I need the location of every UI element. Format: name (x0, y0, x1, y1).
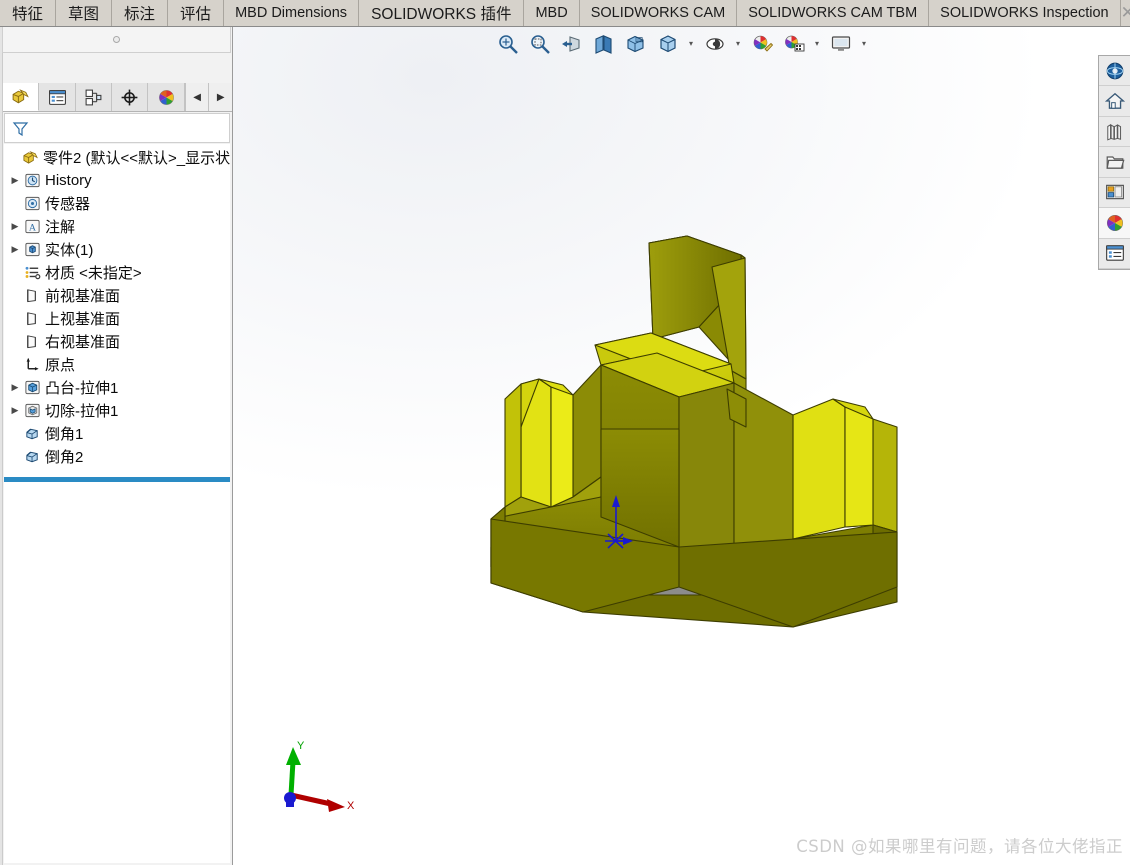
plane-icon (22, 310, 42, 327)
solid-bodies-icon (22, 241, 42, 258)
tree-item-label: 上视基准面 (45, 311, 121, 328)
tree-item-label: 倒角1 (45, 426, 84, 443)
svg-text:A: A (28, 222, 36, 233)
part-model-3d[interactable] (233, 27, 1130, 865)
feature-manager-panel: ◀ ▶ 零件2 (默认<<默认>_显示状态 ▶ History 传感器 ▶ A 注解 ▶ 实体(1… (0, 27, 233, 865)
panel-left-edge (0, 27, 3, 865)
expand-arrow-icon[interactable]: ▶ (8, 405, 22, 416)
plane-icon (22, 333, 42, 350)
tree-item-label: 实体(1) (45, 242, 94, 259)
color-wheel-icon (157, 88, 176, 107)
property-manager-tab[interactable] (39, 83, 76, 111)
filter-funnel-icon (12, 120, 29, 137)
appearances-icon[interactable] (1099, 208, 1130, 239)
tree-item[interactable]: 右视基准面 (4, 330, 230, 353)
tree-item[interactable]: 传感器 (4, 192, 230, 215)
tree-tabs-prev-button[interactable]: ◀ (184, 83, 209, 111)
tree-item[interactable]: 上视基准面 (4, 307, 230, 330)
tree-item-label: 右视基准面 (45, 334, 121, 351)
configuration-icon (84, 88, 103, 107)
tree-item-label: 凸台-拉伸1 (45, 380, 119, 397)
tree-item-label: 倒角2 (45, 449, 84, 466)
tree-item[interactable]: ▶ 切除-拉伸1 (4, 399, 230, 422)
ribbon-tab-1[interactable]: 草图 (56, 0, 113, 26)
origin-icon (22, 356, 42, 373)
close-icon[interactable]: ✕ (1120, 0, 1130, 26)
tree-item-label: History (45, 172, 92, 189)
dimxpert-manager-tab[interactable] (112, 83, 149, 111)
sensor-icon (22, 195, 42, 212)
watermark-text: CSDN @如果哪里有问题，请各位大佬指正 (796, 837, 1123, 856)
yellow-part-icon (11, 87, 30, 106)
part-icon (20, 149, 40, 166)
plane-icon (22, 287, 42, 304)
ribbon-tab-3[interactable]: 评估 (168, 0, 225, 26)
cut-extrude-icon (22, 402, 42, 419)
tree-item[interactable]: 材质 <未指定> (4, 261, 230, 284)
tree-item-label: 前视基准面 (45, 288, 121, 305)
property-list-icon (48, 88, 67, 107)
expand-arrow-icon[interactable]: ▶ (8, 221, 22, 232)
ribbon-tab-5[interactable]: SOLIDWORKS 插件 (359, 0, 525, 26)
history-icon (22, 172, 42, 189)
tree-manager-tabs: ◀ ▶ (3, 83, 233, 112)
tree-item[interactable]: 倒角1 (4, 422, 230, 445)
ribbon-tab-7[interactable]: SOLIDWORKS CAM (579, 0, 738, 26)
custom-properties-icon[interactable] (1099, 239, 1130, 269)
view-palette-icon[interactable] (1099, 178, 1130, 209)
triad-x-label: X (347, 800, 355, 812)
solidworks-window: 特征 草图 标注 评估 MBD Dimensions SOLIDWORKS 插件 MBD SO… (0, 0, 1130, 865)
annotations-icon: A (22, 218, 42, 235)
tree-item[interactable]: ▶ A 注解 (4, 215, 230, 238)
ribbon-tab-2[interactable]: 标注 (112, 0, 169, 26)
boss-extrude-icon (22, 379, 42, 396)
tree-item[interactable]: 倒角2 (4, 445, 230, 468)
ribbon-tab-0[interactable]: 特征 (0, 0, 57, 26)
triad-y-label: Y (297, 740, 305, 752)
ribbon-tab-4[interactable]: MBD Dimensions (224, 0, 360, 26)
chamfer-icon (22, 425, 42, 442)
tree-item[interactable]: ▶ History (4, 169, 230, 192)
expand-arrow-icon[interactable]: ▶ (8, 382, 22, 393)
feature-tree[interactable]: 零件2 (默认<<默认>_显示状态 ▶ History 传感器 ▶ A 注解 ▶ 实体(1) 材质… (4, 144, 230, 479)
dimxpert-target-icon (120, 88, 139, 107)
task-pane-rail (1098, 55, 1130, 270)
file-explorer-icon[interactable] (1099, 147, 1130, 178)
home-icon[interactable] (1099, 86, 1130, 117)
ribbon-tab-9[interactable]: SOLIDWORKS Inspection (929, 0, 1121, 26)
tree-item-label: 零件2 (默认<<默认>_显示状态 (43, 150, 230, 167)
expand-arrow-icon[interactable]: ▶ (8, 175, 22, 186)
tree-item-label: 传感器 (45, 196, 91, 213)
tree-item[interactable]: ▶ 凸台-拉伸1 (4, 376, 230, 399)
tree-item[interactable]: ▶ 实体(1) (4, 238, 230, 261)
feature-manager-tab[interactable] (3, 83, 40, 111)
expand-arrow-icon[interactable]: ▶ (8, 244, 22, 255)
tree-item[interactable]: 原点 (4, 353, 230, 376)
tree-item[interactable]: 零件2 (默认<<默认>_显示状态 (4, 146, 230, 169)
3dexperience-icon[interactable] (1099, 56, 1130, 87)
feature-filter-row[interactable] (4, 113, 230, 143)
chamfer-icon (22, 448, 42, 465)
panel-collapse-handle-icon[interactable] (113, 36, 120, 43)
tree-item-label: 材质 <未指定> (45, 265, 142, 282)
material-icon (22, 264, 42, 281)
tree-item[interactable]: 前视基准面 (4, 284, 230, 307)
display-manager-tab[interactable] (148, 83, 185, 111)
tree-tabs-next-button[interactable]: ▶ (208, 83, 233, 111)
tree-item-label: 切除-拉伸1 (45, 403, 119, 420)
graphics-viewport[interactable]: ▾ ▾ ▾ ▾ Y X CSDN @如果哪里有问题，请各位大佬指正 (233, 27, 1130, 865)
tree-item-label: 注解 (45, 219, 76, 236)
tree-item-label: 原点 (45, 357, 76, 374)
ribbon-tab-8[interactable]: SOLIDWORKS CAM TBM (737, 0, 930, 26)
ribbon-tab-6[interactable]: MBD (524, 0, 580, 26)
tree-empty-area (4, 482, 230, 863)
ribbon-tab-bar: 特征 草图 标注 评估 MBD Dimensions SOLIDWORKS 插件 MBD SO… (0, 0, 1130, 27)
design-library-icon[interactable] (1099, 117, 1130, 148)
coordinate-triad: Y X (284, 740, 355, 812)
panel-collapse-strip[interactable] (2, 27, 231, 53)
configuration-manager-tab[interactable] (75, 83, 113, 111)
